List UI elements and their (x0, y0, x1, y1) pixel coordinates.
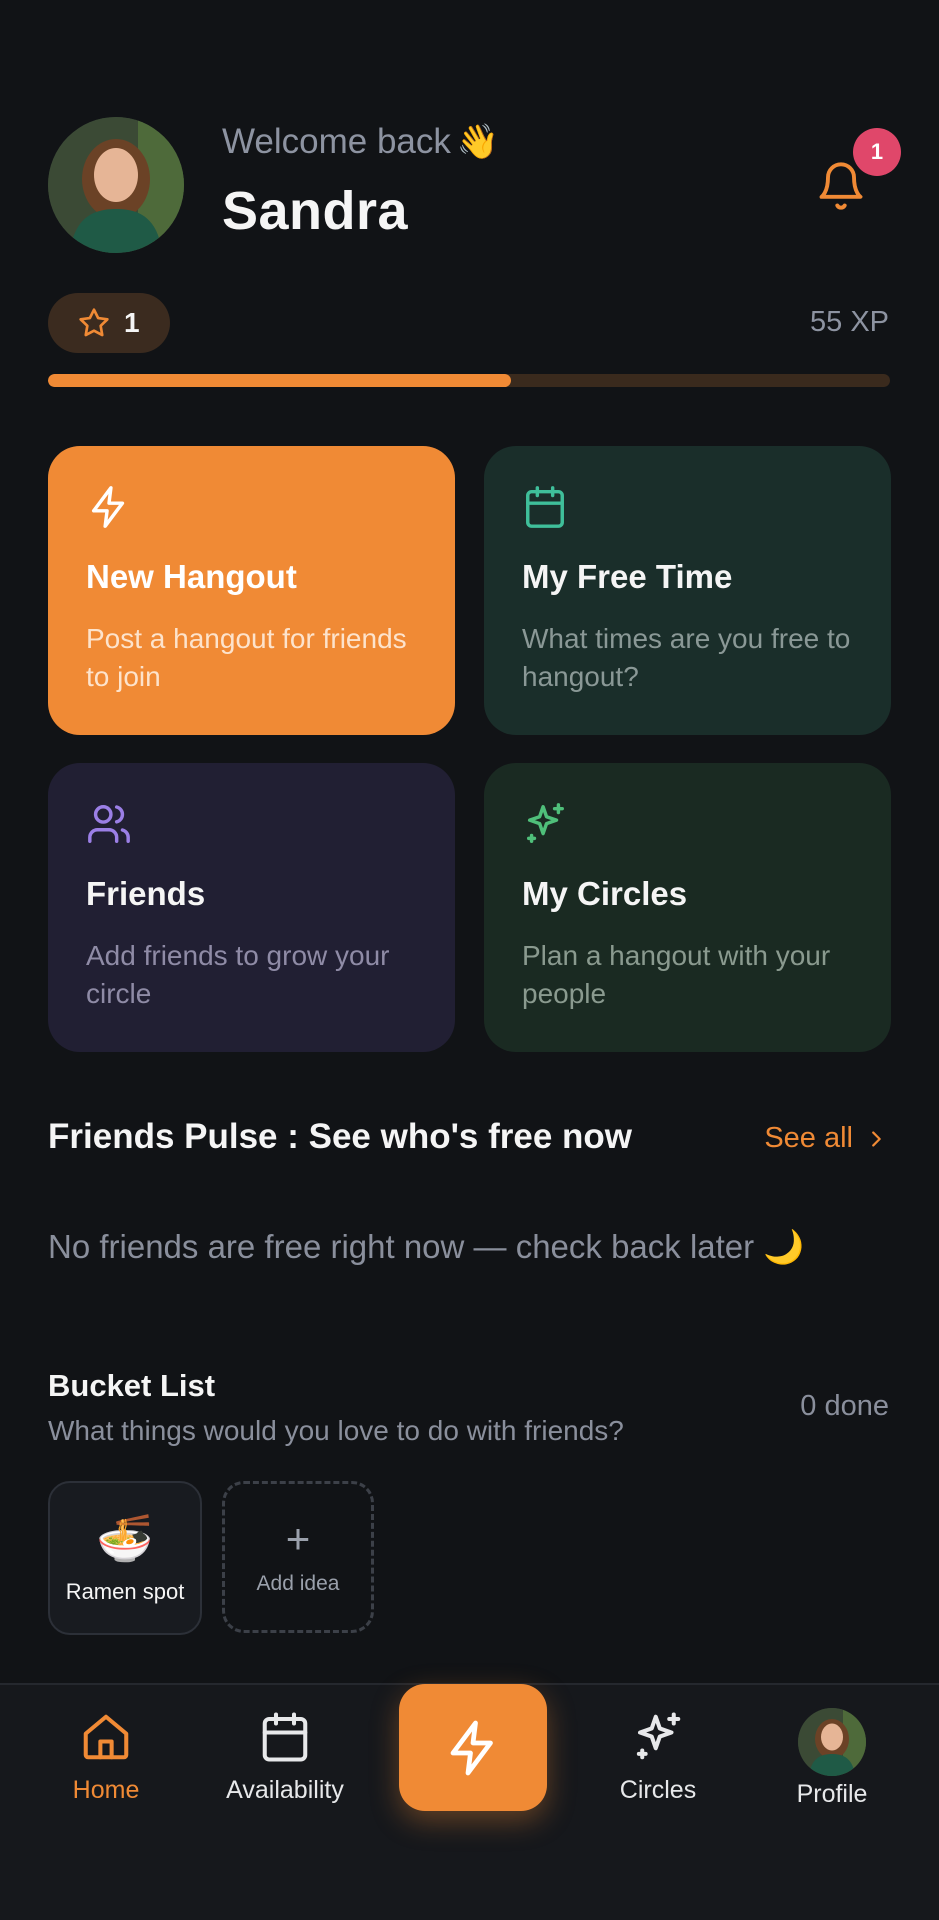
lightning-icon (450, 1720, 493, 1775)
card-description: What times are you free to hangout? (522, 623, 851, 692)
ramen-icon: 🍜 (96, 1512, 154, 1564)
see-all-label: See all (764, 1122, 853, 1154)
nav-availability[interactable]: Availability (205, 1710, 365, 1805)
profile-avatar[interactable] (798, 1708, 866, 1776)
card-description: Add friends to grow your circle (86, 940, 390, 1009)
bucket-list-title: Bucket List (48, 1368, 216, 1403)
card-title: My Circles (522, 875, 688, 912)
user-name: Sandra (222, 181, 409, 241)
new-hangout-fab[interactable] (399, 1684, 547, 1811)
xp-label: 55 XP (810, 306, 889, 338)
bucket-idea-card[interactable]: 🍜 Ramen spot (48, 1481, 202, 1635)
home-icon (83, 1714, 129, 1760)
level-pill: 1 (48, 293, 170, 353)
welcome-label: Welcome back (222, 122, 451, 161)
card-title: Friends (86, 875, 206, 912)
nav-profile[interactable]: Profile (752, 1780, 912, 1809)
welcome-text: Welcome back 👋 (222, 122, 499, 162)
lightning-icon (91, 486, 125, 528)
xp-progress-bar (48, 374, 890, 387)
idea-label: Ramen spot (65, 1579, 185, 1604)
chevron-right-icon (872, 1130, 881, 1147)
nav-circles-label: Circles (619, 1776, 697, 1804)
friends-pulse-title: Friends Pulse : See who's free now (48, 1117, 633, 1156)
sparkles-icon (526, 803, 564, 843)
user-avatar[interactable] (48, 117, 184, 253)
level-number: 1 (124, 307, 140, 338)
notification-badge: 1 (853, 128, 901, 176)
calendar-icon (262, 1712, 308, 1762)
calendar-icon (526, 486, 564, 528)
friends-card[interactable]: Friends Add friends to grow your circle (48, 763, 455, 1052)
card-title: New Hangout (86, 558, 297, 595)
new-hangout-card[interactable]: New Hangout Post a hangout for friends t… (48, 446, 455, 735)
nav-circles[interactable]: Circles (578, 1710, 738, 1805)
add-idea-label: Add idea (256, 1572, 340, 1595)
add-idea-button[interactable]: + Add idea (222, 1481, 374, 1633)
nav-profile-label: Profile (796, 1780, 868, 1808)
circles-card[interactable]: My Circles Plan a hangout with your peop… (484, 763, 891, 1052)
star-icon (79, 308, 109, 337)
users-icon (88, 805, 130, 843)
card-description: Plan a hangout with your people (522, 940, 831, 1009)
wave-emoji: 👋 (456, 123, 500, 161)
xp-progress-fill (48, 374, 512, 387)
pulse-empty-message: No friends are free right now — check ba… (48, 1228, 805, 1265)
nav-home-label: Home (72, 1776, 140, 1804)
bucket-list-subtitle: What things would you love to do with fr… (48, 1415, 624, 1446)
nav-home[interactable]: Home (26, 1710, 186, 1805)
see-all-link[interactable]: See all (764, 1122, 887, 1155)
nav-availability-label: Availability (226, 1776, 344, 1804)
plus-icon: + (285, 1515, 311, 1562)
card-description: Post a hangout for friends to join (86, 623, 407, 692)
sparkles-icon (636, 1712, 681, 1760)
card-title: My Free Time (522, 558, 733, 595)
bucket-done-count: 0 done (800, 1390, 889, 1422)
free-time-card[interactable]: My Free Time What times are you free to … (484, 446, 891, 735)
